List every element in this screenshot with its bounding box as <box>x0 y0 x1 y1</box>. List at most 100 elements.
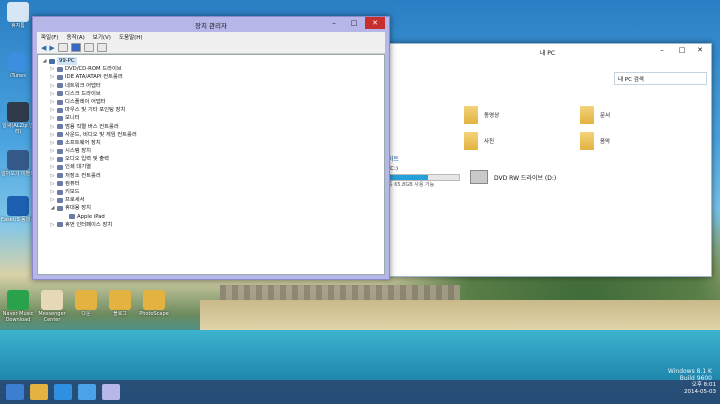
expand-arrow-icon[interactable]: ▷ <box>50 155 55 163</box>
tree-node[interactable]: ▷ 소프트웨어 장치 <box>50 139 384 147</box>
messenger-icon <box>41 290 63 310</box>
start-button[interactable] <box>6 384 24 400</box>
folder-documents[interactable]: 문서 <box>580 106 610 124</box>
folder-icon <box>109 290 131 310</box>
expand-arrow-icon[interactable]: ▷ <box>50 139 55 147</box>
tree-node[interactable]: ▷ 오디오 입력 및 출력 <box>50 155 384 163</box>
collapse-arrow-icon[interactable]: ◢ <box>50 204 55 212</box>
tree-node[interactable]: ▷ 인쇄 대기열 <box>50 163 384 171</box>
expand-arrow-icon[interactable]: ▷ <box>50 131 55 139</box>
close-button[interactable]: ✕ <box>365 17 385 29</box>
event-icon <box>7 150 29 170</box>
expand-arrow-icon[interactable]: ▷ <box>50 147 55 155</box>
desktop-icon-download-folder[interactable]: 다운 <box>68 290 104 317</box>
device-tree: ◢ 99-PC ▷ DVD/CD-ROM 드라이브 ▷ IDE ATA/ATAPI 컨… <box>37 54 385 275</box>
tree-node[interactable]: ▷ 마우스 및 기타 포인팅 장치 <box>50 106 384 114</box>
help-icon[interactable] <box>70 43 81 52</box>
tree-node[interactable]: Apple iPad <box>50 213 384 221</box>
menu-file[interactable]: 파일(F) <box>41 33 59 41</box>
tree-node[interactable]: ▷ 범용 직렬 버스 컨트롤러 <box>50 123 384 131</box>
close-button[interactable]: ✕ <box>691 44 709 56</box>
folder-pictures[interactable]: 사진 <box>464 132 494 150</box>
expand-arrow-icon[interactable]: ▷ <box>50 163 55 171</box>
device-icon <box>57 148 63 154</box>
expand-arrow-icon[interactable]: ▷ <box>50 196 55 204</box>
maximize-button[interactable]: □ <box>673 44 691 56</box>
desktop-icon-itunes[interactable]: iTunes <box>0 52 36 79</box>
scan-hardware-icon[interactable] <box>83 43 94 52</box>
drive-c-usage-fill <box>389 175 428 180</box>
dvd-drive-icon <box>470 170 488 184</box>
tree-node[interactable]: ▷ 시스템 장치 <box>50 147 384 155</box>
folder-icon <box>464 106 478 124</box>
device-icon <box>57 222 63 228</box>
tree-node[interactable]: ▷ 저장소 컨트롤러 <box>50 172 384 180</box>
tree-node[interactable]: ▷ 컴퓨터 <box>50 180 384 188</box>
menu-action[interactable]: 동작(A) <box>67 33 85 41</box>
menu-view[interactable]: 보기(V) <box>93 33 111 41</box>
desktop-icon-event[interactable]: 알아보기 이벤트 <box>0 150 36 177</box>
menu-bar: 파일(F) 동작(A) 보기(V) 도움말(H) <box>37 32 385 42</box>
drive-c-usage-bar <box>388 174 460 181</box>
desktop-icon-blog-folder[interactable]: 블로그 <box>102 290 138 317</box>
expand-arrow-icon[interactable]: ▷ <box>50 180 55 188</box>
tree-node[interactable]: ▷ 키보드 <box>50 188 384 196</box>
desktop-icon-alzip[interactable]: 알씨(ALZip 반려) <box>0 102 36 135</box>
expand-arrow-icon[interactable]: ▷ <box>50 90 55 98</box>
dvd-drive[interactable]: DVD RW 드라이브 (D:) <box>470 170 556 184</box>
wallpaper-sea <box>0 330 720 380</box>
taskbar-itunes-icon[interactable] <box>78 384 96 400</box>
taskbar-device-manager-icon[interactable] <box>102 384 120 400</box>
expand-arrow-icon[interactable]: ▷ <box>50 172 55 180</box>
tree-node[interactable]: ◢ 휴대용 장치 <box>50 204 384 212</box>
collapse-arrow-icon[interactable]: ◢ <box>42 57 47 65</box>
taskbar-ie-icon[interactable] <box>54 384 72 400</box>
tree-node[interactable]: ▷ 프로세서 <box>50 196 384 204</box>
forward-arrow-icon[interactable]: ▶ <box>49 44 54 52</box>
device-icon <box>57 124 63 130</box>
explorer-titlebar[interactable]: 내 PC – □ ✕ <box>384 44 711 60</box>
expand-arrow-icon[interactable]: ▷ <box>50 98 55 106</box>
tree-node[interactable]: ▷ DVD/CD-ROM 드라이브 <box>50 65 384 73</box>
tree-node[interactable]: ▷ 모니터 <box>50 114 384 122</box>
folder-music[interactable]: 음악 <box>580 132 610 150</box>
device-icon <box>57 205 63 211</box>
expand-arrow-icon[interactable]: ▷ <box>50 114 55 122</box>
minimize-button[interactable]: – <box>325 17 343 29</box>
tree-node[interactable]: ▷ 사운드, 비디오 및 게임 컨트롤러 <box>50 131 384 139</box>
tree-node[interactable]: ▷ 휴먼 인터페이스 장치 <box>50 221 384 229</box>
recycle-bin-icon <box>7 2 29 22</box>
expand-arrow-icon[interactable]: ▷ <box>50 188 55 196</box>
expand-arrow-icon[interactable]: ▷ <box>50 73 55 81</box>
taskbar-explorer-icon[interactable] <box>30 384 48 400</box>
expand-arrow-icon[interactable]: ▷ <box>50 106 55 114</box>
expand-arrow-icon[interactable]: ▷ <box>50 123 55 131</box>
tree-node[interactable]: ▷ 네트워크 어댑터 <box>50 82 384 90</box>
system-tray-clock[interactable]: 오후 8:01 2014-05-03 <box>684 382 716 395</box>
expand-arrow-icon[interactable]: ▷ <box>50 65 55 73</box>
maximize-button[interactable]: □ <box>345 17 363 29</box>
menu-help[interactable]: 도움말(H) <box>119 33 143 41</box>
desktop-icon-easeus[interactable]: EaseUS 동의서 <box>0 196 36 223</box>
drive-c-free-space: 중 65.8GB 사용 가능 <box>388 182 435 188</box>
desktop-icon-naver-music[interactable]: Naver Music Download <box>0 290 36 323</box>
tree-root[interactable]: ◢ 99-PC <box>42 57 384 66</box>
monitor-icon[interactable] <box>96 43 107 52</box>
device-manager-titlebar[interactable]: 장치 관리자 – □ ✕ <box>33 17 389 32</box>
properties-icon[interactable] <box>57 43 68 52</box>
tree-node[interactable]: ▷ IDE ATA/ATAPI 컨트롤러 <box>50 73 384 81</box>
desktop-icon-recycle-bin[interactable]: 휴지통 <box>0 2 36 29</box>
folder-videos[interactable]: 동영상 <box>464 106 499 124</box>
desktop-icon-messenger[interactable]: Messenger Center <box>34 290 70 323</box>
desktop-icon-photoscape[interactable]: PhotoScape <box>136 290 172 317</box>
expand-arrow-icon[interactable]: ▷ <box>50 82 55 90</box>
device-icon <box>57 181 63 187</box>
tree-node[interactable]: ▷ 디스플레이 어댑터 <box>50 98 384 106</box>
expand-arrow-icon[interactable]: ▷ <box>50 221 55 229</box>
device-icon <box>57 173 63 179</box>
device-icon <box>57 74 63 80</box>
back-arrow-icon[interactable]: ◀ <box>41 44 46 52</box>
search-input[interactable]: 내 PC 검색 <box>614 72 707 85</box>
tree-node[interactable]: ▷ 디스크 드라이브 <box>50 90 384 98</box>
minimize-button[interactable]: – <box>653 44 671 56</box>
